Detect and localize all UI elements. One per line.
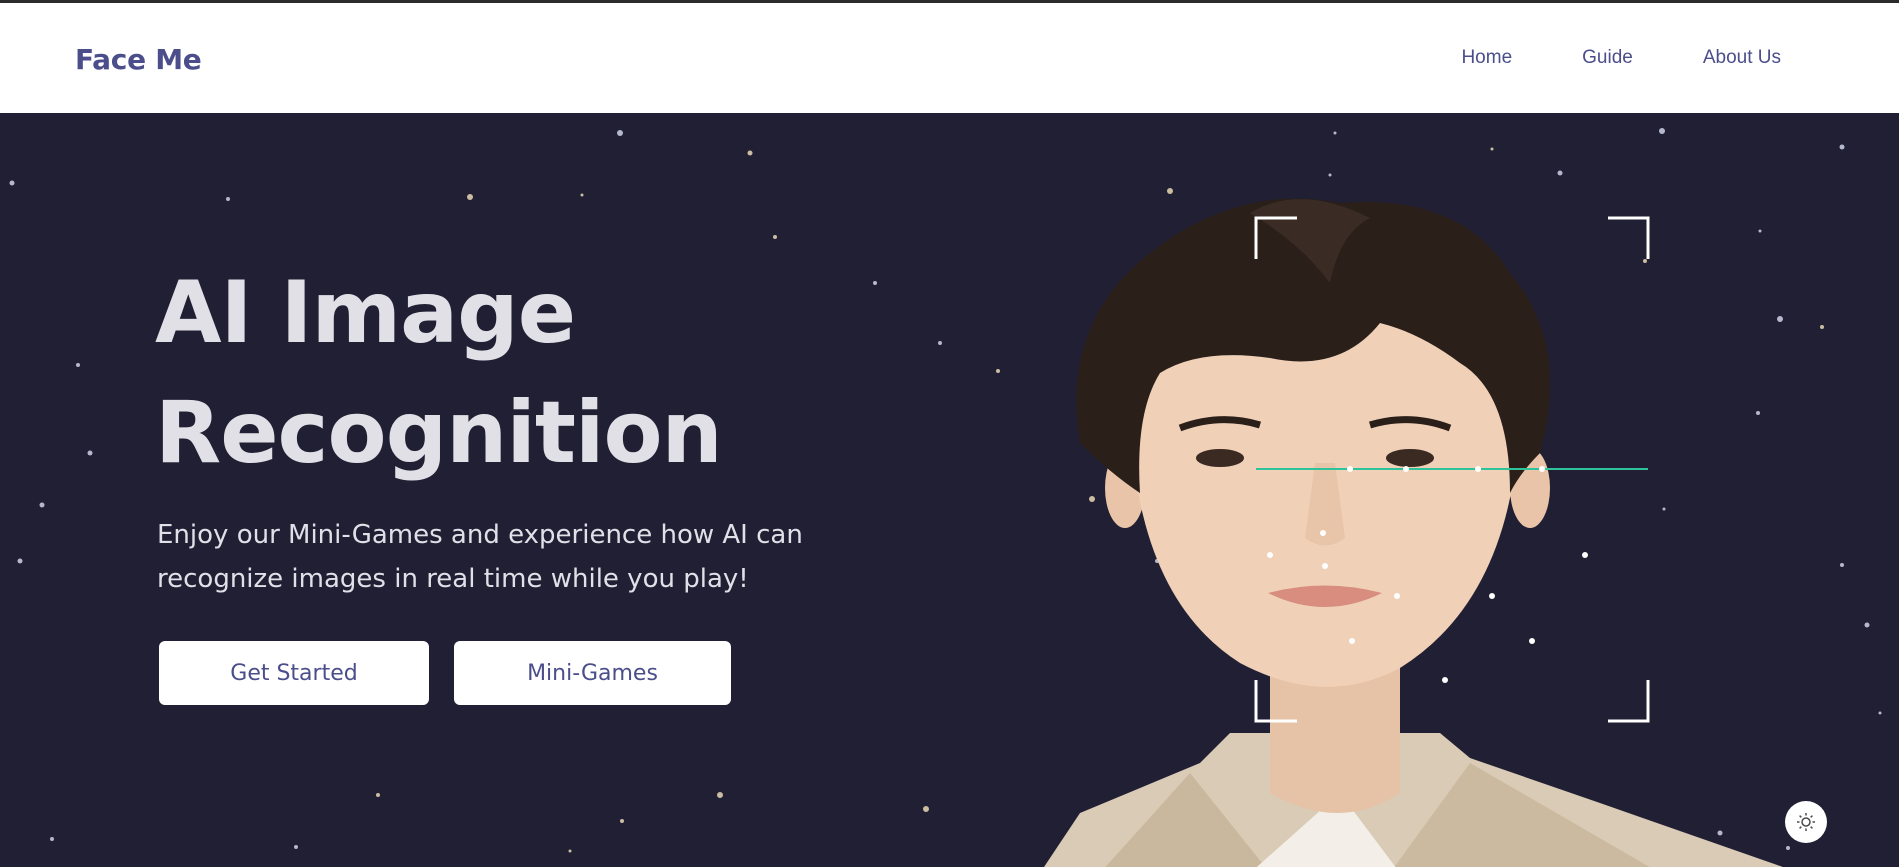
hero-section: AI Image Recognition Enjoy our Mini-Game… — [0, 113, 1899, 867]
face-recognition-portrait — [1044, 198, 1783, 867]
get-started-button[interactable]: Get Started — [159, 641, 429, 705]
site-header: Face Me Home Guide About Us — [0, 3, 1899, 113]
nav-guide-link[interactable]: Guide — [1582, 47, 1633, 69]
hero-title-line1: AI Image — [155, 263, 576, 363]
main-nav: Home Guide About Us — [1461, 47, 1781, 69]
nav-home-link[interactable]: Home — [1461, 47, 1512, 69]
theme-toggle-button[interactable] — [1785, 801, 1827, 843]
nav-about-link[interactable]: About Us — [1703, 47, 1781, 69]
hero-title-line2: Recognition — [155, 383, 723, 483]
hero-title: AI Image Recognition — [155, 253, 723, 493]
sun-icon — [1797, 813, 1815, 831]
mini-games-button[interactable]: Mini-Games — [454, 641, 731, 705]
hero-subtitle: Enjoy our Mini-Games and experience how … — [157, 520, 803, 594]
logo[interactable]: Face Me — [75, 43, 202, 76]
